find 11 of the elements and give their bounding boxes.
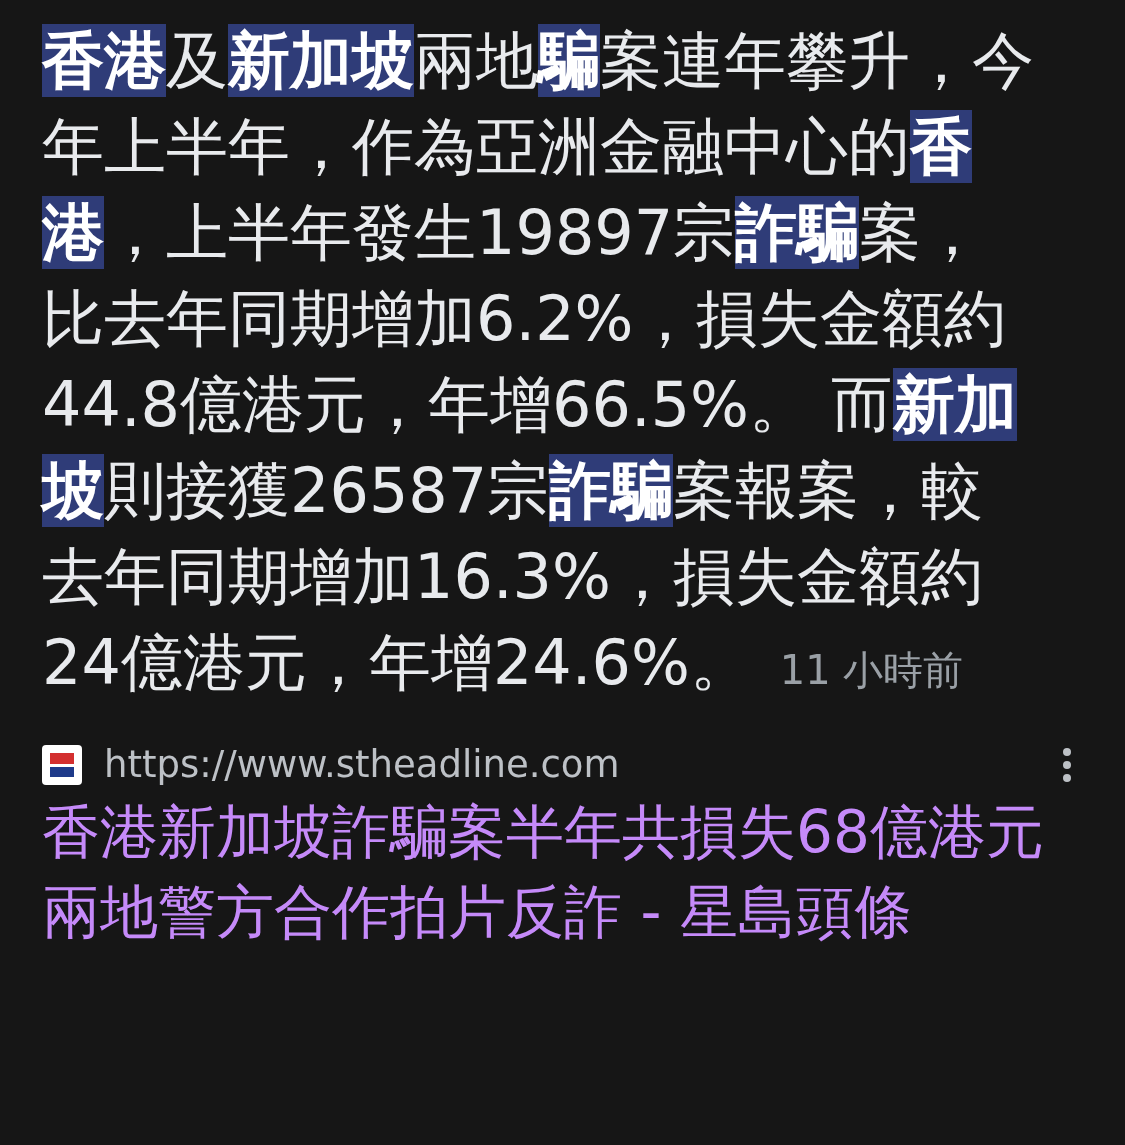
term-highlight: 騙 — [538, 24, 600, 97]
timestamp: 11 小時前 — [779, 647, 964, 693]
result-url[interactable]: https://www.stheadline.com — [104, 743, 1039, 786]
term-highlight: 詐騙 — [735, 196, 860, 269]
site-favicon[interactable] — [42, 744, 82, 785]
term-highlight: 香港 — [42, 24, 166, 97]
term-highlight: 新加坡 — [228, 24, 414, 97]
more-options-icon[interactable] — [1061, 746, 1073, 783]
result-title-link[interactable]: 香港新加坡詐騙案半年共損失68億港元兩地警方合作拍片反詐 - 星島頭條 — [42, 792, 1082, 952]
snippet-text: 香港及新加坡兩地騙案連年攀升，今年上半年，作為亞洲金融中心的香港，上半年發生19897宗詐騙案，比去年同期增加6.2%，損失金額約44.8億港元，年增66.5%。 而新加坡則接獲26587宗詐騙案報案，較去年同期增加16.3%，損失金額約24億港元，年增24.6%。 11 小時前 — [42, 23, 1035, 701]
term-highlight: 詐騙 — [549, 454, 674, 527]
